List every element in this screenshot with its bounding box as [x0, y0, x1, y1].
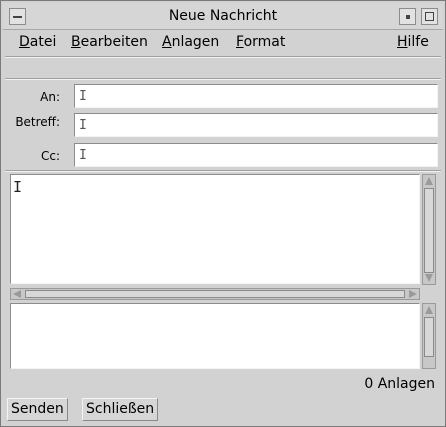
- menu-anlagen[interactable]: Anlagen: [162, 34, 219, 50]
- menu-hilfe[interactable]: Hilfe: [397, 34, 429, 50]
- message-body[interactable]: I: [10, 174, 420, 284]
- attachments-list[interactable]: [10, 303, 420, 369]
- menu-datei-label: atei: [29, 34, 57, 50]
- menu-bearbeiten[interactable]: Bearbeiten: [71, 34, 148, 50]
- send-button[interactable]: Senden: [7, 398, 68, 421]
- subject-label: Betreff:: [15, 115, 60, 129]
- menu-bearbeiten-accel: B: [71, 34, 81, 50]
- maximize-icon[interactable]: [421, 8, 438, 25]
- attachment-count: 0 Anlagen: [364, 376, 435, 392]
- menu-anlagen-label: nlagen: [171, 34, 220, 50]
- close-button[interactable]: Schließen: [82, 398, 159, 421]
- menu-format[interactable]: Format: [236, 34, 285, 50]
- compose-window: Neue Nachricht Datei Bearbeiten Anlagen …: [0, 0, 446, 427]
- to-label: An:: [40, 90, 60, 104]
- menu-datei-accel: D: [19, 34, 30, 50]
- body-scroll-thumb[interactable]: [424, 188, 434, 273]
- body-vertical-scrollbar[interactable]: [422, 174, 436, 285]
- window-title: Neue Nachricht: [168, 8, 278, 24]
- fields-separator: [5, 170, 441, 172]
- text-cursor-icon: I: [79, 148, 87, 163]
- body-hscroll-thumb[interactable]: [25, 290, 405, 298]
- menu-separator: [5, 56, 441, 58]
- scroll-right-icon[interactable]: [409, 290, 417, 298]
- cc-field[interactable]: I: [74, 143, 438, 167]
- scroll-down-icon[interactable]: [425, 274, 433, 282]
- attachments-vertical-scrollbar[interactable]: [422, 303, 436, 369]
- text-cursor-icon: I: [79, 89, 87, 104]
- menu-bearbeiten-label: earbeiten: [80, 34, 148, 50]
- text-cursor-icon: I: [79, 118, 87, 133]
- menu-hilfe-label: ilfe: [407, 34, 429, 50]
- title-bar[interactable]: Neue Nachricht: [3, 3, 443, 30]
- cc-label: Cc:: [40, 149, 60, 163]
- menu-anlagen-accel: A: [162, 34, 172, 50]
- menu-datei[interactable]: Datei: [19, 34, 56, 50]
- menu-hilfe-accel: H: [397, 34, 408, 50]
- attachments-scroll-thumb[interactable]: [424, 317, 434, 357]
- scroll-left-icon[interactable]: [13, 290, 21, 298]
- body-horizontal-scrollbar[interactable]: [10, 288, 420, 300]
- menu-format-accel: F: [236, 34, 244, 50]
- minimize-icon[interactable]: [399, 8, 416, 25]
- scroll-up-icon[interactable]: [425, 177, 433, 185]
- subject-field[interactable]: I: [74, 113, 438, 137]
- scroll-up-icon[interactable]: [425, 306, 433, 314]
- menu-bar: Datei Bearbeiten Anlagen Format Hilfe: [3, 31, 443, 55]
- text-cursor-icon: I: [13, 178, 23, 196]
- toolbar-separator: [5, 78, 441, 80]
- to-field[interactable]: I: [74, 84, 438, 108]
- menu-format-label: ormat: [243, 34, 286, 50]
